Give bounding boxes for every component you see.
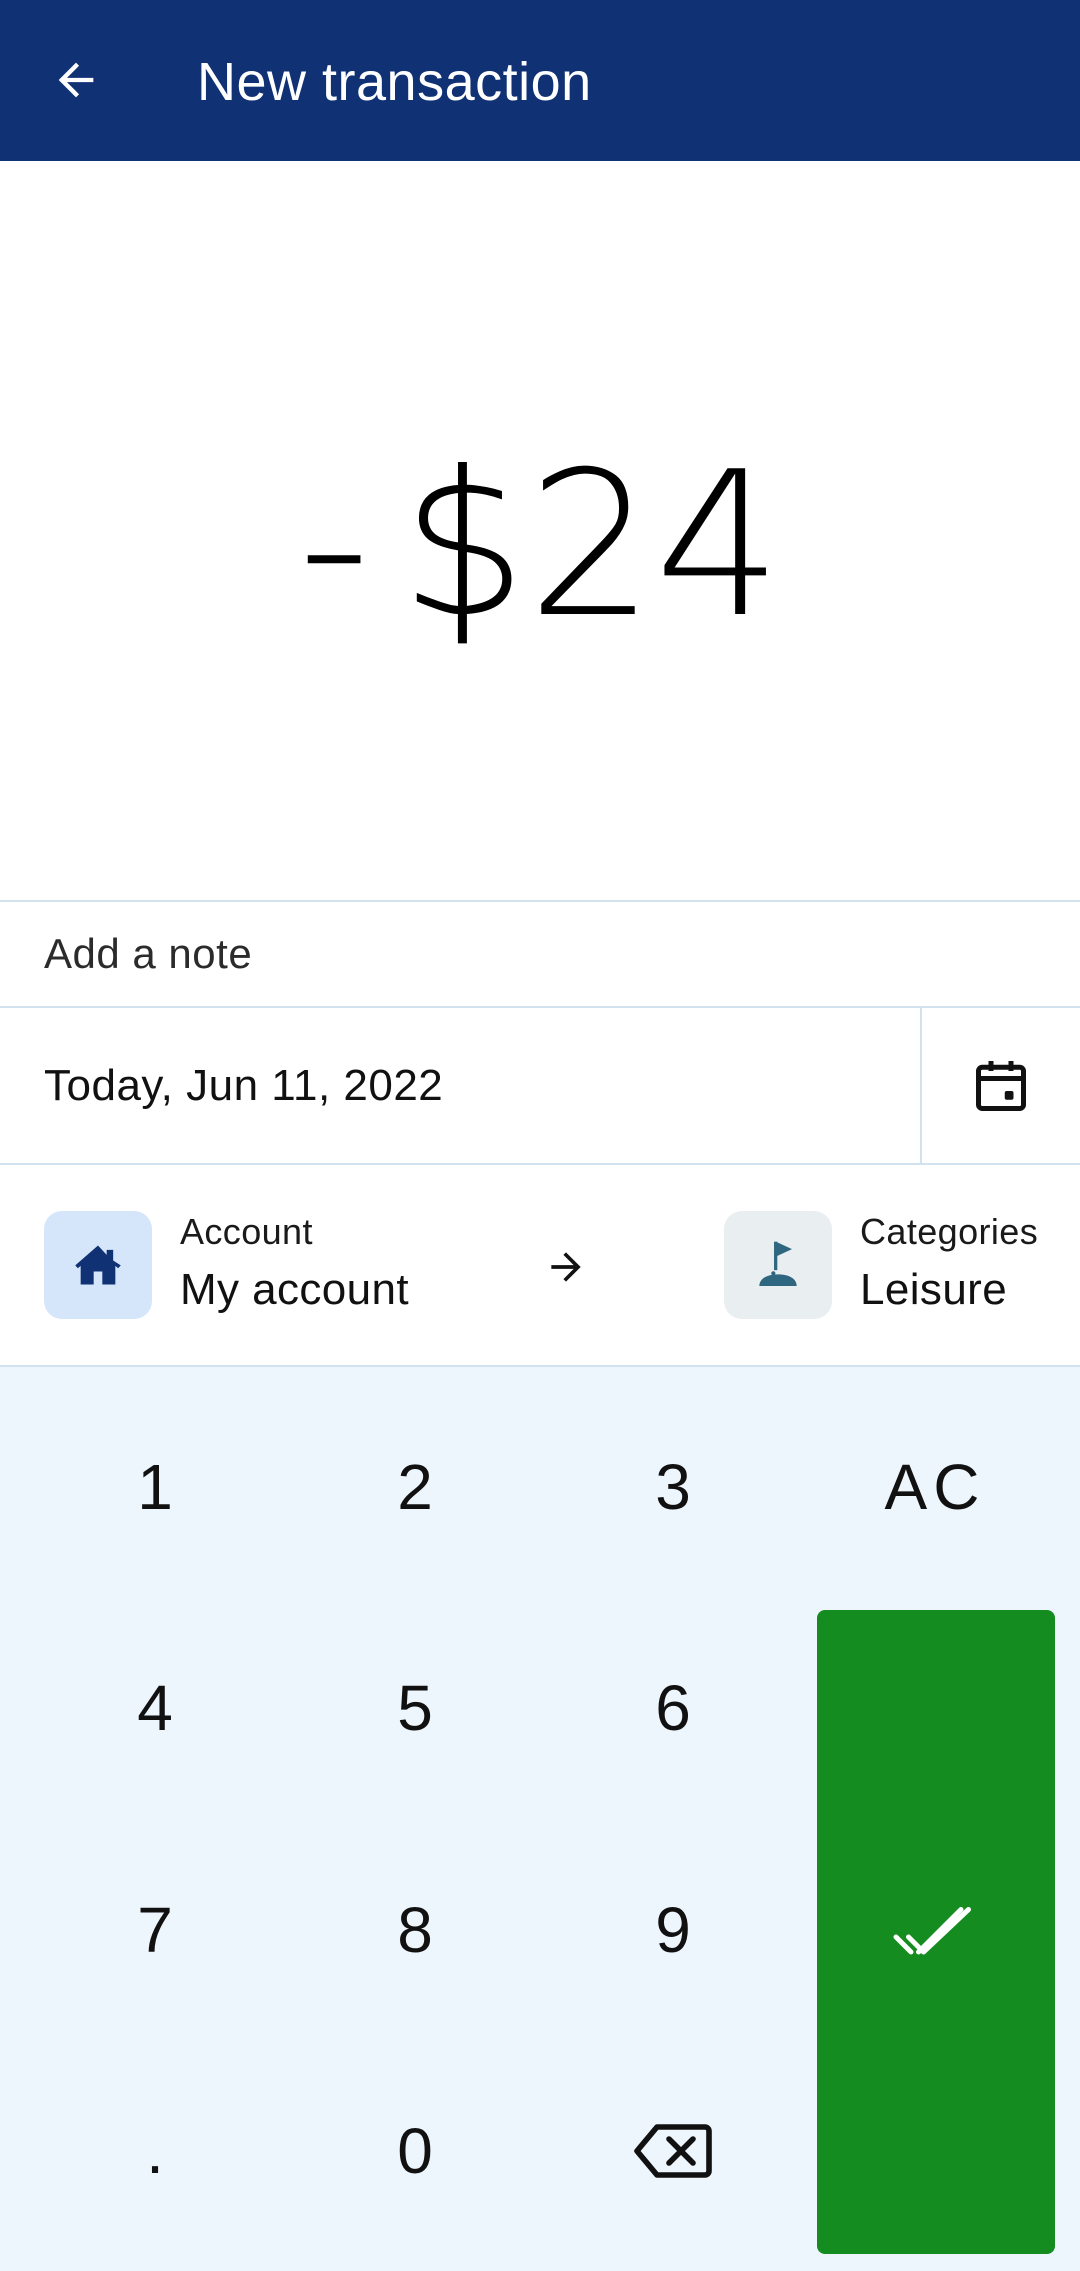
category-selector[interactable]: Categories Leisure bbox=[700, 1165, 1080, 1365]
account-selector[interactable]: Account My account bbox=[0, 1165, 520, 1365]
date-field[interactable]: Today, Jun 11, 2022 bbox=[0, 1008, 920, 1163]
amount-sign: - bbox=[298, 428, 371, 662]
key-6[interactable]: 6 bbox=[543, 1608, 803, 1808]
key-5[interactable]: 5 bbox=[285, 1608, 545, 1808]
key-7[interactable]: 7 bbox=[25, 1830, 285, 2030]
amount-text: - $24 bbox=[298, 445, 782, 646]
arrow-right-icon bbox=[551, 1252, 581, 1282]
keypad: 1 2 3 AC 4 5 6 7 8 9 . 0 bbox=[0, 1367, 1080, 2271]
key-0[interactable]: 0 bbox=[285, 2051, 545, 2251]
amount-display: - $24 bbox=[0, 161, 1080, 900]
account-value: My account bbox=[180, 1265, 409, 1314]
amount-value: $24 bbox=[400, 428, 782, 662]
calendar-icon bbox=[976, 1060, 1026, 1111]
house-icon bbox=[75, 1245, 121, 1285]
arrow-left-icon bbox=[58, 62, 94, 98]
key-8[interactable]: 8 bbox=[285, 1830, 545, 2030]
category-label: Categories bbox=[860, 1211, 1039, 1252]
submit-button[interactable] bbox=[817, 1610, 1055, 2254]
backspace-button[interactable] bbox=[543, 2051, 803, 2251]
category-icon-tile bbox=[724, 1211, 832, 1319]
note-input[interactable]: Add a note bbox=[0, 902, 1080, 1006]
key-decimal[interactable]: . bbox=[25, 2051, 285, 2251]
key-2[interactable]: 2 bbox=[285, 1387, 545, 1587]
account-icon-tile bbox=[44, 1211, 152, 1319]
note-placeholder: Add a note bbox=[44, 930, 253, 977]
account-label: Account bbox=[180, 1211, 313, 1252]
back-button[interactable] bbox=[36, 40, 116, 120]
golf-flag-icon bbox=[759, 1241, 797, 1286]
backspace-icon bbox=[634, 2124, 712, 2178]
key-4[interactable]: 4 bbox=[25, 1608, 285, 1808]
account-category-row: Account My account Categories Leisure bbox=[0, 1165, 1080, 1365]
category-value: Leisure bbox=[860, 1265, 1008, 1314]
date-text: Today, Jun 11, 2022 bbox=[44, 1060, 444, 1110]
key-1[interactable]: 1 bbox=[25, 1387, 285, 1587]
double-check-icon bbox=[893, 1907, 971, 1955]
key-3[interactable]: 3 bbox=[543, 1387, 803, 1587]
clear-button[interactable]: AC bbox=[805, 1387, 1065, 1587]
page-title: New transaction bbox=[197, 52, 592, 112]
app-bar: New transaction bbox=[0, 0, 1080, 161]
key-9[interactable]: 9 bbox=[543, 1830, 803, 2030]
calendar-button[interactable] bbox=[922, 1008, 1080, 1163]
